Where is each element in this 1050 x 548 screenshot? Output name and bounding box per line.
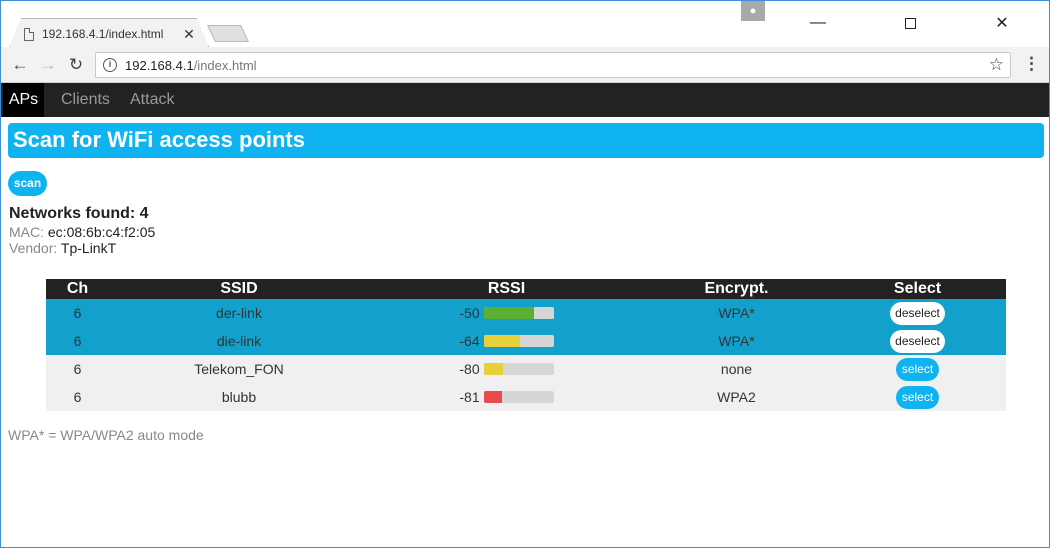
rssi-value: -80 [459, 361, 480, 377]
table-header-row: Ch SSID RSSI Encrypt. Select [46, 279, 1006, 299]
header-ssid: SSID [109, 279, 369, 299]
cell-encrypt: WPA2 [644, 383, 829, 411]
vendor-info: Vendor: Tp-LinkT [9, 240, 117, 256]
rssi-bar [483, 391, 554, 403]
nav-item-attack[interactable]: Attack [130, 83, 174, 117]
cell-ssid: Telekom_FON [109, 355, 369, 383]
header-select: Select [829, 279, 1006, 299]
minimize-button[interactable]: — [795, 1, 841, 45]
forward-arrow-icon[interactable]: → [38, 55, 58, 75]
cell-encrypt: none [644, 355, 829, 383]
rssi-fill [483, 391, 502, 403]
header-rssi: RSSI [369, 279, 644, 299]
cell-rssi: -50 [369, 299, 644, 327]
browser-menu-icon[interactable]: ⋮ [1023, 54, 1040, 74]
rssi-value: -50 [459, 305, 480, 321]
page-title: Scan for WiFi access points [8, 123, 1044, 158]
cell-select: deselect [829, 299, 1006, 327]
reload-icon[interactable]: ↻ [66, 55, 86, 75]
rssi-bar [483, 363, 554, 375]
page-content: APs Clients Attack Scan for WiFi access … [1, 83, 1049, 547]
rssi-fill [483, 363, 504, 375]
cell-encrypt: WPA* [644, 299, 829, 327]
maximize-button[interactable] [887, 1, 933, 45]
rssi-fill [483, 307, 534, 319]
browser-window: 192.168.4.1/index.html ✕ ● — ✕ ← → ↻ i 1… [0, 0, 1050, 548]
browser-toolbar: ← → ↻ i 192.168.4.1/index.html ☆ ⋮ [1, 47, 1049, 83]
cell-ssid: blubb [109, 383, 369, 411]
table-row: 6 blubb -81 WPA2 select [46, 383, 1006, 411]
cell-ch: 6 [46, 299, 109, 327]
cell-rssi: -64 [369, 327, 644, 355]
rssi-value: -81 [459, 389, 480, 405]
networks-found: Networks found: 4 [9, 205, 149, 222]
header-encrypt: Encrypt. [644, 279, 829, 299]
table-row: 6 der-link -50 WPA* deselect [46, 299, 1006, 327]
table-row: 6 die-link -64 WPA* deselect [46, 327, 1006, 355]
new-tab-button[interactable] [207, 25, 249, 42]
bookmark-star-icon[interactable]: ☆ [989, 55, 1004, 75]
cell-ch: 6 [46, 383, 109, 411]
back-arrow-icon[interactable]: ← [10, 55, 30, 75]
rssi-value: -64 [459, 333, 480, 349]
rssi-bar [483, 307, 554, 319]
top-nav: APs Clients Attack [1, 83, 1049, 117]
cell-rssi: -81 [369, 383, 644, 411]
browser-tab[interactable]: 192.168.4.1/index.html ✕ [9, 18, 209, 47]
select-button[interactable]: select [896, 385, 939, 409]
cell-ch: 6 [46, 327, 109, 355]
url-text[interactable]: 192.168.4.1/index.html [125, 58, 257, 73]
cell-ch: 6 [46, 355, 109, 383]
ap-table: Ch SSID RSSI Encrypt. Select 6 der-link -5… [46, 279, 1006, 411]
close-window-button[interactable]: ✕ [979, 1, 1025, 45]
deselect-button[interactable]: deselect [890, 329, 945, 353]
cell-rssi: -80 [369, 355, 644, 383]
cell-ssid: die-link [109, 327, 369, 355]
scan-button[interactable]: scan [8, 171, 47, 196]
nav-item-aps[interactable]: APs [3, 83, 44, 117]
rssi-fill [483, 335, 520, 347]
cell-encrypt: WPA* [644, 327, 829, 355]
maximize-icon [904, 17, 916, 29]
nav-item-clients[interactable]: Clients [61, 83, 110, 117]
deselect-button[interactable]: deselect [890, 301, 945, 325]
select-button[interactable]: select [896, 357, 939, 381]
rssi-bar [483, 335, 554, 347]
cell-ssid: der-link [109, 299, 369, 327]
address-bar[interactable]: i 192.168.4.1/index.html ☆ [95, 52, 1011, 78]
tab-strip: 192.168.4.1/index.html ✕ ● — ✕ [1, 1, 1049, 47]
header-ch: Ch [46, 279, 109, 299]
cell-select: deselect [829, 327, 1006, 355]
tab-title: 192.168.4.1/index.html [42, 27, 164, 41]
cell-select: select [829, 355, 1006, 383]
mac-info: MAC: ec:08:6b:c4:f2:05 [9, 224, 156, 240]
document-icon [24, 27, 34, 41]
profile-icon[interactable]: ● [741, 1, 765, 21]
table-row: 6 Telekom_FON -80 none select [46, 355, 1006, 383]
footnote: WPA* = WPA/WPA2 auto mode [8, 427, 204, 443]
info-icon[interactable]: i [103, 58, 117, 72]
tab-close-icon[interactable]: ✕ [182, 26, 196, 43]
cell-select: select [829, 383, 1006, 411]
